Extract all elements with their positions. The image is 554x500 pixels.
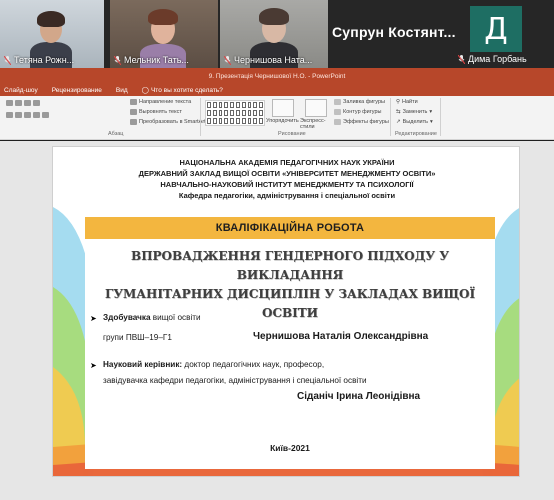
video-strip: Тетяна Рожн... Мельник Тать... Чернишова… (0, 0, 554, 68)
supervisor-line: Науковий керівник: доктор педагогічних н… (103, 360, 325, 369)
group-label-editing: Редактирование (395, 131, 437, 137)
tab-view[interactable]: Вид (116, 87, 128, 94)
mic-muted-icon (224, 55, 231, 65)
numbering-icon (15, 100, 22, 106)
band-title: КВАЛІФІКАЦІЙНА РОБОТА (85, 217, 495, 239)
shape-effects-button[interactable]: Эффекты фигуры (334, 119, 389, 125)
cursor-icon: ↗ (396, 119, 401, 125)
group-label-drawing: Рисование (278, 131, 306, 137)
bullets-icon (6, 100, 13, 106)
effects-icon (334, 119, 341, 125)
participant-tile-3[interactable]: Чернишова Ната... (220, 0, 328, 68)
tab-slideshow[interactable]: Слайд-шоу (4, 87, 38, 94)
participant-name: Тетяна Рожн... (4, 55, 74, 65)
student-role: Здобувачка вищої освіти (103, 313, 201, 322)
header-line: Кафедра педагогіки, адміністрування і сп… (178, 191, 396, 200)
select-button[interactable]: ↗ Выделить ▾ (396, 119, 433, 125)
search-icon: ⚲ (396, 99, 401, 105)
quick-styles-button[interactable]: Экспресс-стили (300, 118, 330, 130)
shapes-gallery[interactable] (205, 100, 265, 126)
header-line: ДЕРЖАВНИЙ ЗАКЛАД ВИЩОЇ ОСВІТИ «УНІВЕРСИТ… (138, 169, 436, 178)
chevron-down-icon: ▾ (429, 109, 433, 115)
justify-icon (33, 112, 40, 118)
align-text-button[interactable]: Выровнять текст (130, 109, 182, 115)
group-label-paragraph: Абзац (108, 131, 124, 137)
participant-name: Дима Горбань (458, 54, 527, 64)
lightbulb-icon: ◯ (141, 87, 149, 94)
smartart-button[interactable]: Преобразовать в SmartArt (130, 119, 206, 125)
header-line: НАЦІОНАЛЬНА АКАДЕМІЯ ПЕДАГОГІЧНИХ НАУК У… (179, 158, 395, 167)
ribbon: Направление текста Выровнять текст Преоб… (0, 96, 554, 140)
city-year: Київ-2021 (270, 443, 310, 453)
student-name: Чернишова Наталія Олександрівна (253, 331, 429, 342)
ribbon-tabs: Слайд-шоу Рецензирование Вид ◯ Что вы хо… (0, 84, 554, 96)
tab-review[interactable]: Рецензирование (52, 87, 102, 94)
replace-icon: ⇆ (396, 109, 401, 115)
participant-name: Мельник Тать... (114, 55, 189, 65)
shape-outline-button[interactable]: Контур фигуры (334, 109, 381, 115)
slide[interactable]: НАЦІОНАЛЬНА АКАДЕМІЯ ПЕДАГОГІЧНИХ НАУК У… (52, 146, 520, 477)
arrange-button[interactable]: Упорядочить (266, 118, 299, 124)
shape-fill-button[interactable]: Заливка фигуры (334, 99, 385, 105)
header-line: НАВЧАЛЬНО-НАУКОВИЙ ІНСТИТУТ МЕНЕДЖМЕНТУ … (160, 180, 414, 189)
smartart-icon (130, 119, 137, 125)
mic-muted-icon (114, 55, 121, 65)
participant-avatar[interactable]: Д (470, 6, 522, 52)
divider (440, 98, 441, 136)
participant-tile-2[interactable]: Мельник Тать... (110, 0, 218, 68)
quick-styles-icon (305, 99, 327, 117)
institution-header: НАЦІОНАЛЬНА АКАДЕМІЯ ПЕДАГОГІЧНИХ НАУК У… (53, 157, 519, 201)
arrange-icon (272, 99, 294, 117)
align-left-icon (6, 112, 13, 118)
content-card: КВАЛІФІКАЦІЙНА РОБОТА ВПРОВАДЖЕННЯ ГЕНДЕ… (85, 217, 495, 469)
screen: Тетяна Рожн... Мельник Тать... Чернишова… (0, 0, 554, 500)
alignment-buttons[interactable] (6, 112, 49, 118)
text-direction-button[interactable]: Направление текста (130, 99, 191, 105)
indent-icon (24, 100, 31, 106)
align-center-icon (15, 112, 22, 118)
thesis-topic: ВПРОВАДЖЕННЯ ГЕНДЕРНОГО ПІДХОДУ У ВИКЛАД… (104, 249, 476, 320)
columns-icon (42, 112, 49, 118)
bullet-icon: ➤ (90, 314, 97, 323)
supervisor-position: завідувачка кафедри педагогіки, адмініст… (103, 376, 367, 385)
pen-icon (334, 109, 341, 115)
paragraph-format-buttons[interactable] (6, 100, 40, 106)
divider (200, 98, 201, 136)
align-text-icon (130, 109, 137, 115)
line-spacing-icon (33, 100, 40, 106)
participant-name: Чернишова Ната... (224, 55, 312, 65)
participant-tile-1[interactable]: Тетяна Рожн... (0, 0, 104, 68)
student-group: групи ПВШ–19–Г1 (103, 333, 172, 342)
mic-muted-icon (458, 54, 465, 64)
chevron-down-icon: ▾ (429, 119, 433, 125)
supervisor-name: Сіданіч Ірина Леонідівна (297, 391, 421, 402)
bullet-icon: ➤ (90, 361, 97, 370)
align-right-icon (24, 112, 31, 118)
divider (390, 98, 391, 136)
find-button[interactable]: ⚲ Найти (396, 99, 418, 105)
active-speaker-name: Супрун Костянт... (332, 24, 456, 40)
text-direction-icon (130, 99, 137, 105)
fill-bucket-icon (334, 99, 341, 105)
mic-muted-icon (4, 55, 11, 65)
window-title: 9. Презентація Чернишової Н.О. - PowerPo… (0, 68, 554, 84)
tell-me-box[interactable]: ◯ Что вы хотите сделать? (141, 86, 223, 95)
replace-button[interactable]: ⇆ Заменить ▾ (396, 109, 432, 115)
